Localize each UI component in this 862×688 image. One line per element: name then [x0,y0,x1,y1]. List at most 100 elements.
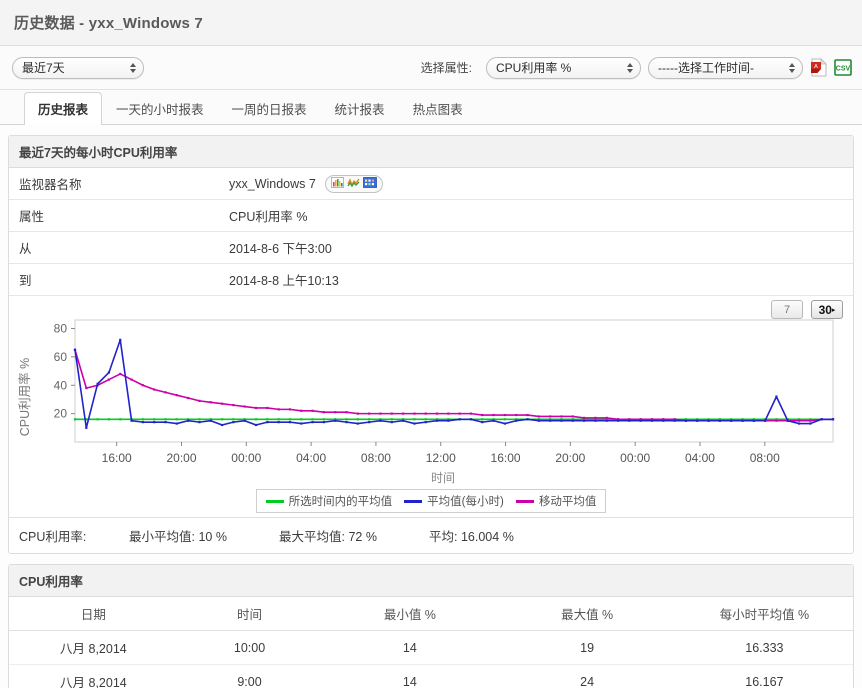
chart-data-point [277,418,280,421]
chart-data-point [696,419,699,422]
history-report-panel: 最近7天的每小时CPU利用率 监视器名称 yxx_Windows 7 属性 CP… [8,135,854,554]
chart-data-point [368,418,371,421]
tab-heatmap-chart[interactable]: 热点图表 [399,92,477,125]
chart-data-point [119,338,122,341]
chart-data-point [164,391,167,394]
legend-item-hourly-average: 平均值(每小时) [404,493,504,509]
stats-min-value: 10 [198,530,213,544]
x-tick-label: 04:00 [296,451,326,465]
y-tick-label: 40 [54,378,68,392]
x-tick-label: 16:00 [102,451,132,465]
cell-max: 19 [498,630,676,665]
col-header-max: 最大值 % [498,597,676,631]
chart-stats-row: CPU利用率: 最小平均值: 10 % 最大平均值: 72 % 平均: 16.0… [9,517,853,553]
range-30-button[interactable]: 30 ▸ [811,300,843,319]
chart-data-point [764,419,767,422]
chart-data-point [141,421,144,424]
chart-data-point [594,416,597,419]
range-7-button[interactable]: 7 [771,300,803,319]
chart-data-point [549,415,552,418]
stats-min-unit: % [215,530,227,544]
chart-data-point [481,421,484,424]
stats-avg-unit: % [502,530,514,544]
time-range-select[interactable]: 最近7天 [12,56,144,79]
chart-data-point [130,378,133,381]
info-row-to: 到 2014-8-8 上午10:13 [9,263,853,296]
chart-data-point [153,421,156,424]
chart-data-point [300,409,303,412]
chart-data-point [797,419,801,422]
bar-chart-icon[interactable] [330,176,344,191]
table-row: 八月 8,2014 9:00 14 24 16.167 [9,664,853,688]
legend-label: 所选时间内的平均值 [288,496,393,508]
table-header-row: 日期 时间 最小值 % 最大值 % 每小时平均值 % [9,597,853,631]
pdf-export-icon[interactable]: A [810,58,827,77]
x-tick-label: 00:00 [231,451,261,465]
chart-data-point [96,418,99,421]
chart-data-point [368,421,371,424]
chart-data-point [469,418,473,421]
chart-data-point [119,418,122,421]
chart-data-point [300,422,303,425]
tab-statistics-report[interactable]: 统计报表 [321,92,399,125]
chart-data-point [209,419,212,422]
stats-max-value: 72 [348,530,363,544]
chart-data-point [345,418,348,421]
legend-label: 平均值(每小时) [427,496,504,508]
chart-data-point [492,419,495,422]
tab-daily-week-report[interactable]: 一周的日报表 [218,92,321,125]
info-key: 从 [9,231,219,264]
chart-data-point [164,418,167,421]
chart-data-point [526,418,529,421]
chart-data-point [571,419,574,422]
chart-data-point [424,418,427,421]
chart-data-point [447,419,450,422]
chart-data-point [492,413,495,417]
y-tick-label: 60 [54,350,68,364]
chart-data-point [220,418,224,421]
chart-data-point [515,419,518,422]
chart-data-point [198,421,201,424]
range-30-sup: ▸ [831,306,836,314]
chart-data-point [254,423,258,427]
chart-data-point [130,419,133,422]
tab-hourly-day-report[interactable]: 一天的小时报表 [102,92,218,125]
csv-export-icon[interactable]: CSV [834,58,852,77]
grid-table-icon[interactable] [362,176,377,191]
x-tick-label: 08:00 [750,451,780,465]
tab-label: 一天的小时报表 [116,103,204,117]
chart-data-point [85,386,88,390]
chart-data-point [809,422,812,425]
svg-text:A: A [814,64,818,70]
chart-data-point [605,416,608,419]
page-title: 历史数据 - yxx_Windows 7 [14,15,203,32]
worktime-select[interactable]: -----选择工作时间- [648,56,803,79]
report-tabs: 历史报表 一天的小时报表 一周的日报表 统计报表 热点图表 [0,90,862,125]
chart-data-point [401,412,405,415]
chart-data-point [220,423,224,427]
chart-x-axis-label: 时间 [431,471,455,485]
chart-data-point [560,419,563,422]
chart-data-point [775,395,778,398]
worktime-value: -----选择工作时间- [658,61,754,75]
chart-data-point [288,421,292,424]
chart-data-point [684,419,688,422]
chevron-updown-icon [129,61,136,75]
chart-data-point [164,421,167,424]
info-value: CPU利用率 % [219,199,853,232]
chart-data-point [820,418,823,421]
cell-avg: 16.333 [675,630,853,665]
monitor-icon-group [324,174,383,193]
chart-data-point [266,418,269,421]
chart-data-point [583,419,586,422]
chart-data-point [413,412,416,415]
line-chart-icon[interactable] [347,177,360,191]
info-key: 监视器名称 [9,168,219,200]
cell-time: 9:00 [177,664,322,688]
chart-data-point [368,412,371,415]
legend-item-moving-average: 移动平均值 [515,493,596,509]
x-tick-label: 20:00 [166,451,196,465]
page-header: 历史数据 - yxx_Windows 7 [0,0,862,46]
tab-history-report[interactable]: 历史报表 [24,92,103,125]
attribute-select[interactable]: CPU利用率 % [486,56,641,79]
